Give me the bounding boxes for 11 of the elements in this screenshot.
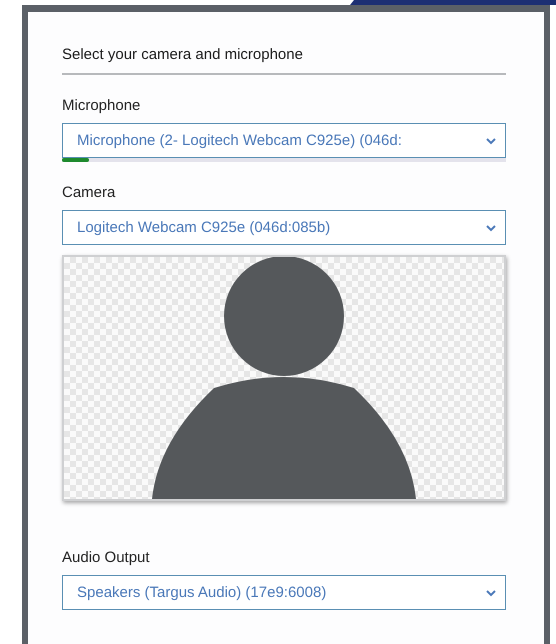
chevron-down-icon (485, 136, 497, 144)
avatar-icon (152, 257, 416, 499)
field-label: Camera (62, 184, 116, 201)
chevron-down-icon (485, 224, 497, 232)
device-dropdown[interactable]: Microphone (2- Logitech Webcam C925e) (046d: (62, 123, 506, 158)
chevron-down-icon (485, 588, 497, 596)
dialog-title: Select your camera and microphone (62, 46, 506, 75)
device-dropdown[interactable]: Logitech Webcam C925e (046d:085b) (62, 210, 506, 245)
field-label: Audio Output (62, 549, 151, 566)
device-dropdown[interactable]: Speakers (Targus Audio) (17e9:6008) (62, 575, 506, 610)
field-label: Microphone (62, 97, 142, 114)
